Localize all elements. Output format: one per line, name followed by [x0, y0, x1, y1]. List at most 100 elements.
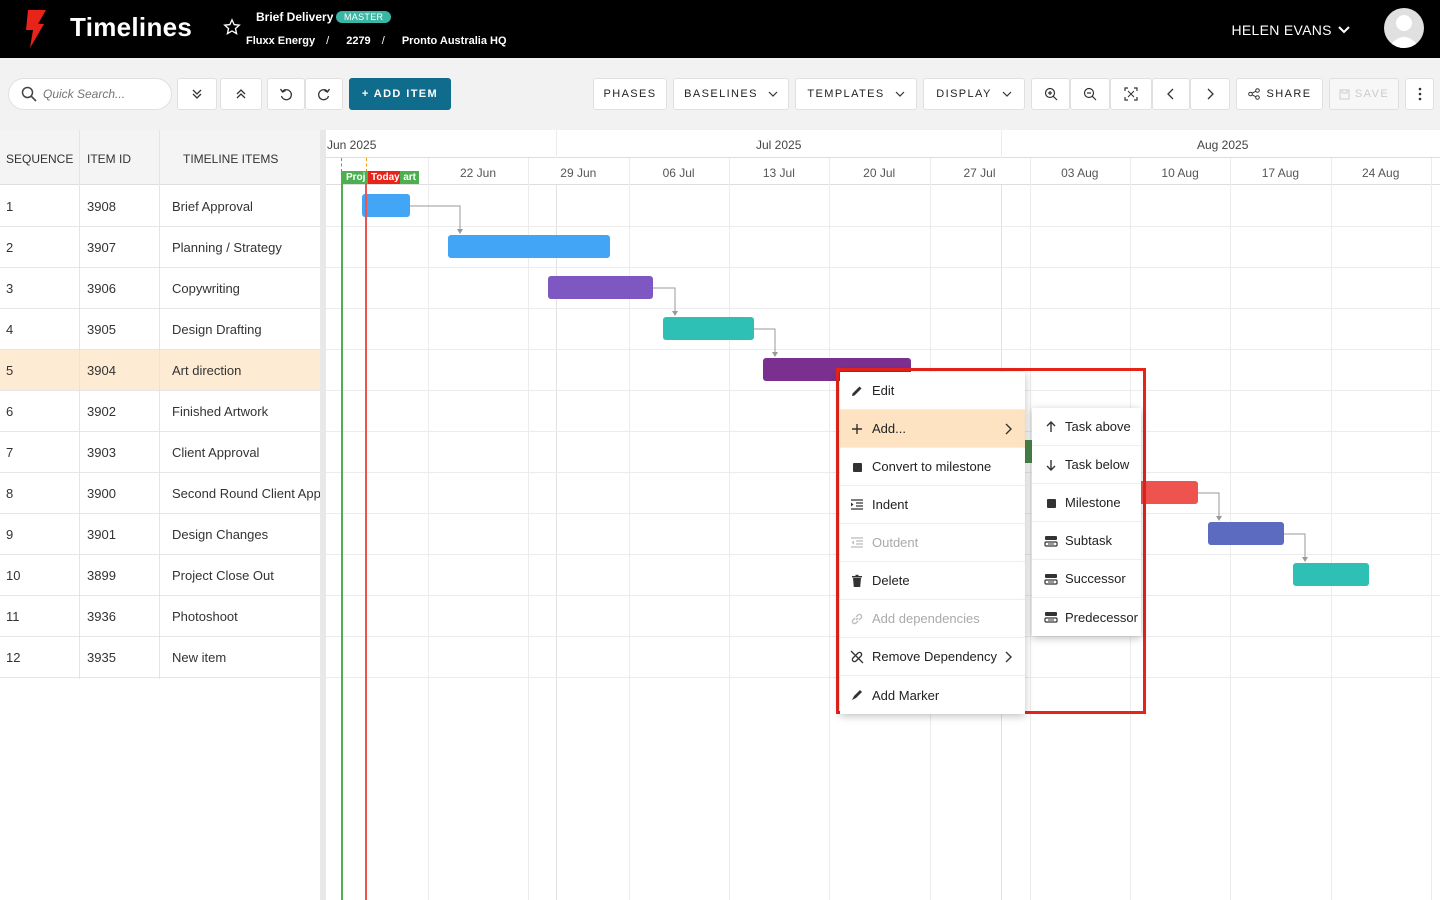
- redo-icon: [318, 88, 331, 101]
- menu-item-indent[interactable]: Indent: [840, 486, 1025, 524]
- project-name: Brief Delivery: [256, 10, 334, 24]
- menu-item-delete[interactable]: Delete: [840, 562, 1025, 600]
- menu-item-add-marker[interactable]: Add Marker: [840, 676, 1025, 714]
- save-icon: [1339, 89, 1350, 99]
- submenu-item-label: Predecessor: [1065, 609, 1138, 625]
- breadcrumb-client[interactable]: Fluxx Energy: [246, 35, 315, 47]
- row-item-name: Photoshoot: [172, 609, 238, 624]
- timeline-items-column-header[interactable]: TIMELINE ITEMS: [183, 152, 278, 166]
- user-menu[interactable]: HELEN EVANS: [1232, 22, 1351, 38]
- grid-header: SEQUENCE ITEM ID TIMELINE ITEMS: [0, 130, 320, 185]
- scroll-left-button[interactable]: [1152, 78, 1190, 110]
- menu-item-label: Edit: [872, 383, 895, 398]
- submenu-item-predecessor[interactable]: Predecessor: [1032, 598, 1141, 636]
- phases-button[interactable]: PHASES: [593, 78, 667, 110]
- row-item-name: Second Round Client Approval: [172, 486, 320, 501]
- chevron-right-icon: [1207, 88, 1214, 100]
- menu-item-label: Add...: [872, 421, 906, 436]
- context-menu: Edit Add... Convert to milestone Indent …: [840, 372, 1025, 714]
- avatar[interactable]: [1384, 8, 1424, 48]
- dependency-line[interactable]: [410, 205, 461, 230]
- start-marker-label: art: [403, 172, 416, 183]
- save-button[interactable]: SAVE: [1329, 78, 1399, 110]
- menu-item-outdent[interactable]: Outdent: [840, 524, 1025, 562]
- sequence-column-header[interactable]: SEQUENCE: [6, 152, 73, 166]
- expand-all-button[interactable]: [177, 78, 217, 110]
- row-item-id: 3901: [87, 527, 116, 542]
- dependency-line[interactable]: [1284, 533, 1306, 558]
- unlink-icon: [850, 650, 864, 663]
- row-item-id: 3907: [87, 240, 116, 255]
- dependency-arrow: [1216, 516, 1222, 521]
- scroll-right-button[interactable]: [1190, 78, 1230, 110]
- dependency-line[interactable]: [653, 287, 676, 312]
- submenu-item-subtask[interactable]: Subtask: [1032, 522, 1141, 560]
- table-row[interactable]: 3 3906 Copywriting: [0, 268, 320, 309]
- marker-dash: [366, 158, 367, 172]
- table-row[interactable]: 12 3935 New item: [0, 637, 320, 678]
- submenu-item-milestone[interactable]: Milestone: [1032, 484, 1141, 522]
- table-row[interactable]: 8 3900 Second Round Client Approval: [0, 473, 320, 514]
- successor-icon: [1044, 573, 1058, 585]
- double-chevron-up-icon: [236, 89, 246, 99]
- breadcrumb: Fluxx Energy / 2279 / Pronto Australia HQ: [246, 35, 518, 47]
- submenu-item-label: Task below: [1065, 457, 1130, 472]
- breadcrumb-separator: /: [381, 35, 385, 47]
- menu-item-label: Add Marker: [872, 687, 940, 703]
- menu-item-add-dependencies[interactable]: Add dependencies: [840, 600, 1025, 638]
- table-row[interactable]: 4 3905 Design Drafting: [0, 309, 320, 350]
- table-row[interactable]: 1 3908 Brief Approval: [0, 186, 320, 227]
- today-line: [365, 171, 367, 900]
- app-title: Timelines: [70, 12, 193, 42]
- indent-icon: [851, 498, 863, 510]
- breadcrumb-office[interactable]: Pronto Australia HQ: [402, 35, 507, 47]
- menu-item-add[interactable]: Add...: [840, 410, 1025, 448]
- undo-button[interactable]: [267, 78, 305, 110]
- baselines-dropdown[interactable]: BASELINES: [673, 78, 789, 110]
- templates-dropdown[interactable]: TEMPLATES: [795, 78, 917, 110]
- more-options-button[interactable]: [1405, 78, 1434, 110]
- submenu-item-task-above[interactable]: Task above: [1032, 408, 1141, 446]
- menu-item-convert-to-milestone[interactable]: Convert to milestone: [840, 448, 1025, 486]
- table-row[interactable]: 9 3901 Design Changes: [0, 514, 320, 555]
- zoom-in-button[interactable]: [1031, 78, 1070, 110]
- collapse-all-button[interactable]: [220, 78, 262, 110]
- item-id-column-header[interactable]: ITEM ID: [87, 152, 131, 166]
- row-item-id: 3935: [87, 650, 116, 665]
- menu-item-remove-dependency[interactable]: Remove Dependency: [840, 638, 1025, 676]
- share-label: SHARE: [1266, 88, 1312, 100]
- dependency-arrow: [457, 229, 463, 234]
- table-row[interactable]: 7 3903 Client Approval: [0, 432, 320, 473]
- fit-to-screen-button[interactable]: [1110, 78, 1152, 110]
- submenu-item-successor[interactable]: Successor: [1032, 560, 1141, 598]
- row-item-id: 3908: [87, 199, 116, 214]
- dependency-arrow: [672, 311, 678, 316]
- dependency-line[interactable]: [1198, 492, 1220, 517]
- quick-search[interactable]: [8, 78, 172, 110]
- zoom-out-button[interactable]: [1070, 78, 1110, 110]
- menu-item-edit[interactable]: Edit: [840, 372, 1025, 410]
- search-input[interactable]: [43, 87, 163, 101]
- table-row[interactable]: 6 3902 Finished Artwork: [0, 391, 320, 432]
- arrow-up-icon: [1046, 420, 1056, 432]
- today-marker[interactable]: Today: [368, 171, 400, 184]
- row-sequence: 4: [6, 322, 14, 337]
- table-row[interactable]: 10 3899 Project Close Out: [0, 555, 320, 596]
- share-button[interactable]: SHARE: [1236, 78, 1323, 110]
- star-icon[interactable]: [223, 18, 241, 36]
- redo-button[interactable]: [305, 78, 343, 110]
- table-row[interactable]: 2 3907 Planning / Strategy: [0, 227, 320, 268]
- add-item-button[interactable]: + ADD ITEM: [349, 78, 451, 110]
- row-item-name: Brief Approval: [172, 199, 253, 214]
- subtask-icon: [1044, 535, 1058, 547]
- submenu-item-task-below[interactable]: Task below: [1032, 446, 1141, 484]
- display-dropdown[interactable]: DISPLAY: [923, 78, 1025, 110]
- table-row[interactable]: 11 3936 Photoshoot: [0, 596, 320, 637]
- toolbar: + ADD ITEM PHASES BASELINES TEMPLATES DI…: [0, 58, 1440, 130]
- dependency-arrow: [772, 352, 778, 357]
- dependency-line[interactable]: [754, 328, 776, 353]
- breadcrumb-job-number[interactable]: 2279: [346, 35, 370, 47]
- row-sequence: 11: [6, 609, 20, 624]
- table-row[interactable]: 5 3904 Art direction: [0, 350, 320, 391]
- brand-logo-icon[interactable]: [20, 10, 50, 48]
